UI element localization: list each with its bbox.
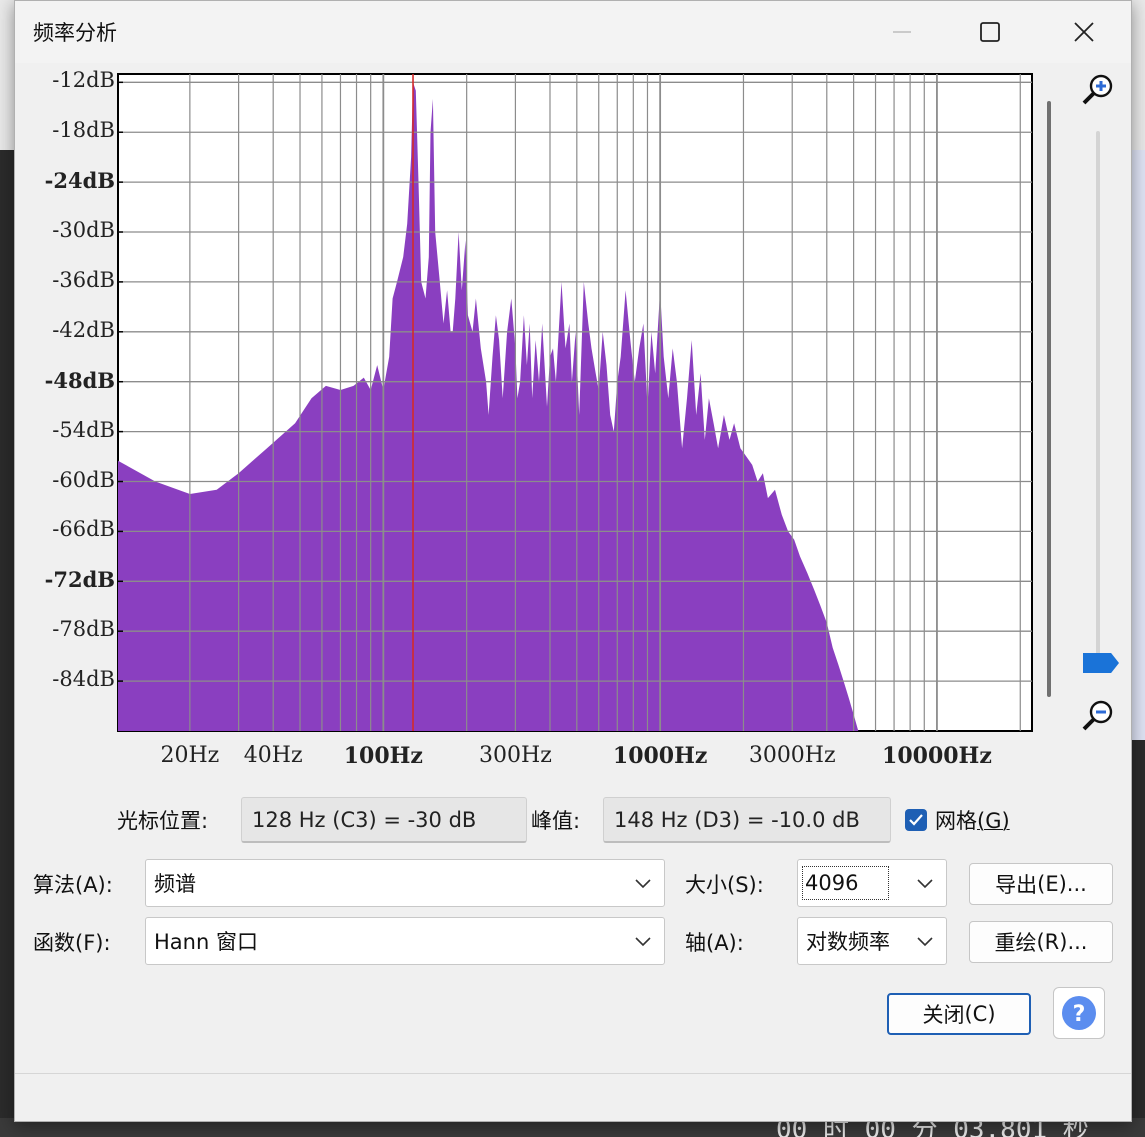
y-tick-label: -48dB: [44, 367, 115, 393]
zoom-slider-track[interactable]: [1096, 131, 1100, 661]
cursor-position-label: 光标位置:: [117, 809, 209, 833]
algorithm-select-value: 频谱: [154, 872, 196, 896]
x-tick-label: 20Hz: [160, 743, 220, 768]
function-select[interactable]: Hann 窗口: [145, 917, 665, 965]
close-window-button[interactable]: [1061, 9, 1107, 55]
close-button-text: 关闭: [922, 1003, 965, 1027]
close-button[interactable]: 关闭 (C): [887, 993, 1031, 1035]
algorithm-label-text: 算法: [33, 873, 75, 897]
chevron-down-icon: [917, 937, 933, 947]
status-bar-divider: [15, 1073, 1131, 1074]
minimize-icon: [893, 31, 911, 33]
function-label-text: 函数: [33, 931, 75, 955]
redraw-button-text: 重绘: [994, 931, 1037, 955]
help-glyph: ?: [1073, 1002, 1086, 1027]
size-label-key: (S):: [727, 873, 764, 897]
help-button[interactable]: ?: [1053, 987, 1105, 1039]
y-tick-label: -12dB: [52, 68, 115, 93]
function-label: 函数(F):: [33, 927, 111, 957]
export-button-text: 导出: [995, 873, 1038, 897]
spectrum-chart[interactable]: [117, 73, 1033, 733]
vertical-scrollbar[interactable]: [1047, 101, 1051, 697]
algorithm-label-key: (A):: [75, 873, 113, 897]
y-tick-label: -24dB: [44, 168, 115, 194]
size-select[interactable]: 4096: [797, 859, 947, 907]
axis-label: 轴(A):: [685, 927, 744, 957]
grid-label[interactable]: 网格(G): [935, 805, 1010, 835]
function-label-key: (F):: [75, 931, 111, 955]
grid-checkbox[interactable]: [905, 809, 927, 831]
checkmark-icon: [909, 814, 923, 826]
cursor-position-value: 128 Hz (C3) = -30 dB: [241, 797, 527, 843]
size-select-value: 4096: [802, 866, 890, 900]
frequency-analysis-dialog: 频率分析 -12dB -18dB -24dB -30dB -36dB -42dB -48dB…: [14, 0, 1132, 1122]
x-tick-label: 3000Hz: [748, 743, 836, 768]
size-label: 大小(S):: [685, 869, 764, 899]
y-tick-label: -60dB: [52, 467, 115, 492]
help-icon: ?: [1062, 996, 1096, 1030]
y-tick-label: -36dB: [52, 267, 115, 292]
y-tick-label: -78dB: [52, 617, 115, 642]
x-tick-label: 10000Hz: [882, 743, 992, 769]
y-tick-label: -72dB: [44, 567, 115, 593]
maximize-icon: [980, 22, 1000, 42]
algorithm-select[interactable]: 频谱: [145, 859, 665, 907]
peak-label: 峰值:: [531, 809, 581, 833]
axis-label-text: 轴: [685, 931, 706, 955]
close-icon: [1074, 22, 1094, 42]
chevron-down-icon: [917, 879, 933, 889]
function-select-value: Hann 窗口: [154, 930, 258, 954]
algorithm-label: 算法(A):: [33, 869, 113, 899]
size-label-text: 大小: [685, 873, 727, 897]
dialog-title: 频率分析: [33, 21, 117, 45]
axis-select[interactable]: 对数频率: [797, 917, 947, 965]
axis-label-key: (A):: [706, 931, 744, 955]
x-tick-label: 40Hz: [243, 743, 303, 768]
x-tick-label: 100Hz: [343, 743, 423, 769]
x-tick-label: 300Hz: [479, 743, 552, 768]
title-bar[interactable]: 频率分析: [15, 1, 1131, 63]
chevron-down-icon: [635, 937, 651, 947]
redraw-button[interactable]: 重绘 (R)...: [969, 921, 1113, 963]
y-tick-label: -18dB: [52, 118, 115, 143]
y-tick-label: -54dB: [52, 417, 115, 442]
chevron-down-icon: [635, 879, 651, 889]
maximize-button[interactable]: [967, 9, 1013, 55]
x-tick-label: 1000Hz: [612, 743, 708, 769]
axis-select-value: 对数频率: [806, 930, 890, 954]
y-tick-label: -66dB: [52, 517, 115, 542]
grid-label-text: 网格: [935, 809, 977, 833]
close-button-key: (C): [964, 1002, 996, 1026]
export-button[interactable]: 导出 (E)...: [969, 863, 1113, 905]
grid-label-key: (G): [977, 809, 1010, 833]
zoom-out-icon[interactable]: [1079, 697, 1119, 737]
export-button-key: (E)...: [1037, 872, 1087, 896]
redraw-button-key: (R)...: [1036, 930, 1088, 954]
zoom-slider-thumb[interactable]: [1083, 653, 1119, 673]
y-tick-label: -42dB: [52, 317, 115, 342]
y-tick-label: -84dB: [52, 667, 115, 692]
y-tick-label: -30dB: [52, 218, 115, 242]
minimize-button[interactable]: [879, 9, 925, 55]
zoom-in-icon[interactable]: [1079, 71, 1119, 111]
peak-value: 148 Hz (D3) = -10.0 dB: [603, 797, 891, 843]
